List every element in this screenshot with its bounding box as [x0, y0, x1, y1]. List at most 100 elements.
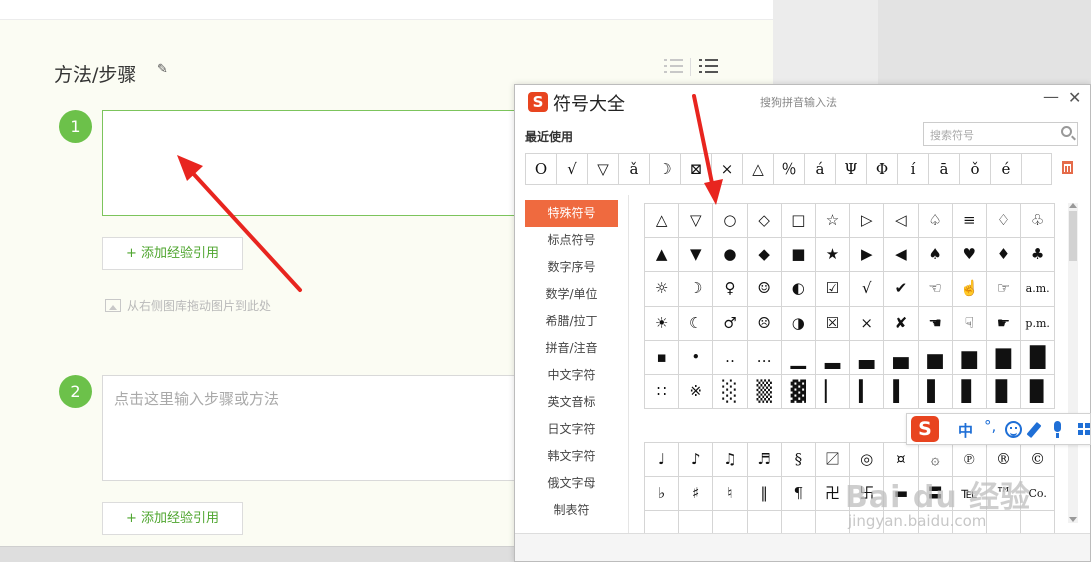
edit-pencil-icon[interactable]: ✎ [157, 62, 168, 77]
symbol-cell[interactable]: ▌ [918, 374, 953, 410]
symbol-cell[interactable]: ▲ [645, 238, 680, 273]
scroll-thumb[interactable] [1069, 211, 1077, 261]
symbol-cell[interactable]: ◁ [884, 204, 919, 239]
symbol-cell[interactable]: ▋ [952, 374, 987, 410]
recent-symbol[interactable]: Ψ [836, 154, 867, 184]
category-item[interactable]: 英文音标 [525, 389, 618, 416]
symbol-cell[interactable]: ▊ [986, 374, 1022, 410]
symbol-cell[interactable]: ♥ [952, 238, 987, 273]
category-item[interactable]: 数学/单位 [525, 281, 618, 308]
symbol-cell[interactable]: ≡ [952, 204, 987, 239]
symbol-cell[interactable]: ◑ [781, 306, 816, 341]
recent-symbol[interactable]: ǒ [960, 154, 991, 184]
symbol-cell[interactable]: ▆ [952, 340, 987, 375]
recent-symbol[interactable]: á [805, 154, 836, 184]
recent-symbol[interactable]: ％ [774, 154, 805, 184]
symbol-cell[interactable]: ☑ [815, 272, 851, 307]
symbol-cell[interactable]: a.m. [1021, 272, 1056, 307]
symbol-cell[interactable]: ♩ [645, 443, 680, 478]
recent-symbol[interactable]: O [526, 154, 557, 184]
symbol-cell[interactable]: ♪ [679, 443, 714, 478]
symbol-cell[interactable]: █ [1021, 340, 1056, 375]
symbol-cell[interactable]: ▉ [1021, 374, 1056, 410]
symbol-cell[interactable]: ♢ [986, 204, 1022, 239]
symbol-cell[interactable]: ‖ [747, 477, 782, 512]
recent-symbol[interactable]: í [898, 154, 929, 184]
symbol-cell[interactable]: ♧ [1021, 204, 1056, 239]
symbol-cell[interactable]: ¶ [781, 477, 816, 512]
symbol-cell[interactable]: ▓ [781, 374, 816, 410]
symbol-cell[interactable]: ※ [679, 374, 714, 410]
symbol-cell[interactable]: ■ [781, 238, 816, 273]
symbol-cell[interactable]: × [850, 306, 885, 341]
recent-symbol[interactable]: ǎ [619, 154, 650, 184]
symbol-search-input[interactable]: 搜索符号 [923, 122, 1078, 146]
symbol-cell[interactable]: ◆ [747, 238, 782, 273]
symbol-cell[interactable]: ▒ [747, 374, 782, 410]
add-reference-button[interactable]: + 添加经验引用 [102, 502, 243, 535]
symbol-cell[interactable]: ▃ [850, 340, 885, 375]
symbol-cell[interactable]: ☼ [645, 272, 680, 307]
recent-symbol[interactable]: é [991, 154, 1022, 184]
symbol-cell[interactable]: ♣ [1021, 238, 1056, 273]
emoji-icon[interactable] [1005, 421, 1022, 438]
symbol-cell[interactable]: ▅ [918, 340, 953, 375]
symbol-cell[interactable]: ● [713, 238, 748, 273]
symbol-cell[interactable]: • [679, 340, 714, 375]
symbol-cell[interactable]: √ [850, 272, 885, 307]
symbol-cell[interactable]: ☆ [815, 204, 851, 239]
symbol-cell[interactable]: ▽ [679, 204, 714, 239]
step-2-input[interactable]: 点击这里输入步骤或方法 [102, 375, 532, 481]
symbol-cell[interactable]: ◀ [884, 238, 919, 273]
symbol-cell[interactable]: ‥ [713, 340, 748, 375]
symbol-cell[interactable]: ♤ [918, 204, 953, 239]
symbol-cell[interactable]: § [781, 443, 816, 478]
unordered-list-icon[interactable] [699, 58, 719, 75]
symbol-cell[interactable]: ▇ [986, 340, 1022, 375]
symbol-cell[interactable]: ☽ [679, 272, 714, 307]
symbol-cell[interactable]: ░ [713, 374, 748, 410]
close-icon[interactable]: ✕ [1068, 88, 1081, 107]
category-item[interactable]: 制表符 [525, 497, 618, 524]
symbol-cell[interactable]: ◇ [747, 204, 782, 239]
recent-symbol[interactable]: Φ [867, 154, 898, 184]
scroll-up-icon[interactable] [1069, 203, 1077, 208]
recent-symbol[interactable]: ⊠ [681, 154, 712, 184]
scroll-down-icon[interactable] [1069, 517, 1077, 522]
symbol-cell[interactable]: ☛ [986, 306, 1022, 341]
symbol-cell[interactable]: ▎ [850, 374, 885, 410]
symbol-cell[interactable]: ☾ [679, 306, 714, 341]
symbol-cell[interactable]: ☚ [918, 306, 953, 341]
symbol-cell[interactable]: ▏ [815, 374, 851, 410]
category-item[interactable]: 韩文字符 [525, 443, 618, 470]
search-icon[interactable] [1061, 126, 1072, 137]
symbol-cell[interactable]: □ [781, 204, 816, 239]
symbol-cell[interactable]: ♦ [986, 238, 1022, 273]
symbol-cell[interactable]: ☝ [952, 272, 987, 307]
category-item[interactable]: 俄文字母 [525, 470, 618, 497]
symbol-cell[interactable]: ○ [713, 204, 748, 239]
recent-symbol[interactable]: △ [743, 154, 774, 184]
symbol-cell[interactable]: ♀ [713, 272, 748, 307]
symbol-cell[interactable]: ♬ [747, 443, 782, 478]
symbol-cell[interactable]: ◐ [781, 272, 816, 307]
category-item[interactable]: 希腊/拉丁 [525, 308, 618, 335]
recent-symbol[interactable]: ▽ [588, 154, 619, 184]
category-item[interactable]: 拼音/注音 [525, 335, 618, 362]
symbol-cell[interactable]: ☀ [645, 306, 680, 341]
ime-punctuation-toggle[interactable]: °, [984, 417, 996, 435]
symbol-cell[interactable]: ∷ [645, 374, 680, 410]
recent-symbol[interactable]: × [712, 154, 743, 184]
symbol-cell[interactable]: ▪ [645, 340, 680, 375]
minimize-icon[interactable]: — [1043, 87, 1059, 106]
handwriting-pen-icon[interactable] [1026, 421, 1042, 439]
symbol-cell[interactable]: ♭ [645, 477, 680, 512]
clear-recent-icon[interactable] [1062, 161, 1073, 174]
toolbox-grid-icon[interactable] [1078, 423, 1090, 435]
add-reference-button[interactable]: + 添加经验引用 [102, 237, 243, 270]
symbol-cell[interactable]: ☺ [747, 272, 782, 307]
symbol-cell[interactable]: ♯ [679, 477, 714, 512]
symbol-cell[interactable]: ▷ [850, 204, 885, 239]
symbol-cell[interactable]: ♂ [713, 306, 748, 341]
microphone-icon[interactable] [1054, 421, 1061, 438]
